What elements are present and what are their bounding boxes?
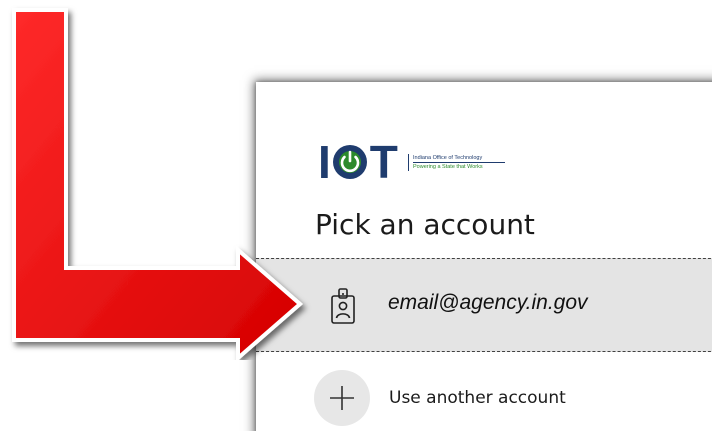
logo-letter-i: I [318,136,331,188]
logo-tagline: Indiana Office of Technology Powering a … [408,154,505,171]
plus-circle [314,370,370,426]
power-icon [332,145,367,179]
logo-slogan: Powering a State that Works [413,162,505,171]
logo-letter-t: T [369,136,398,188]
iot-logo: I T Indiana Office of Technology Powerin… [318,136,505,188]
logo-letters: I T [318,136,398,188]
account-tile[interactable]: email@agency.in.gov [256,258,712,352]
page-title: Pick an account [315,208,535,241]
logo-org-name: Indiana Office of Technology [413,155,483,161]
use-another-account-button[interactable]: Use another account [256,352,712,431]
plus-icon [330,386,354,410]
use-another-account-label: Use another account [389,388,566,408]
id-badge-icon [331,288,355,324]
account-email: email@agency.in.gov [388,291,588,314]
screenshot-stage: I T Indiana Office of Technology Powerin… [0,0,712,431]
account-picker-card: I T Indiana Office of Technology Powerin… [256,82,712,431]
